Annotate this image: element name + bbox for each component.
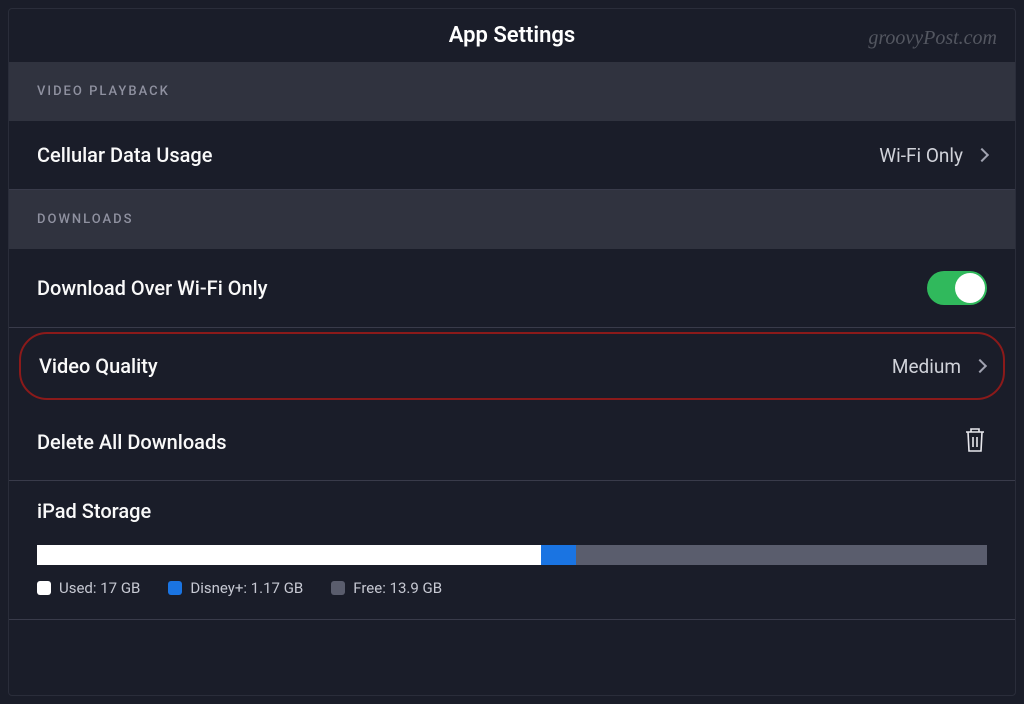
trash-icon [963, 426, 987, 458]
cellular-label: Cellular Data Usage [37, 143, 212, 167]
storage-bar-app [541, 545, 576, 565]
storage-title: iPad Storage [37, 499, 987, 523]
storage-bar-used [37, 545, 541, 565]
wifi-only-toggle[interactable] [927, 271, 987, 305]
cellular-data-usage-row[interactable]: Cellular Data Usage Wi-Fi Only [9, 121, 1015, 190]
legend-app: Disney+: 1.17 GB [168, 579, 303, 597]
page-title: App Settings [9, 23, 1015, 48]
legend-used: Used: 17 GB [37, 579, 140, 597]
storage-section: iPad Storage Used: 17 GB Disney+: 1.17 G… [9, 481, 1015, 620]
chevron-right-icon [975, 148, 989, 162]
swatch-used-icon [37, 581, 51, 595]
delete-all-downloads-row[interactable]: Delete All Downloads [9, 404, 1015, 481]
swatch-app-icon [168, 581, 182, 595]
legend-free: Free: 13.9 GB [331, 579, 442, 597]
legend-app-label: Disney+: 1.17 GB [190, 579, 303, 597]
section-downloads: DOWNLOADS [9, 190, 1015, 249]
storage-legend: Used: 17 GB Disney+: 1.17 GB Free: 13.9 … [37, 579, 987, 597]
legend-used-label: Used: 17 GB [59, 579, 140, 597]
delete-all-label: Delete All Downloads [37, 430, 227, 454]
header: App Settings groovyPost.com [9, 9, 1015, 62]
video-quality-row[interactable]: Video Quality Medium [19, 332, 1005, 400]
chevron-right-icon [973, 359, 987, 373]
video-quality-value: Medium [892, 355, 961, 378]
legend-free-label: Free: 13.9 GB [353, 579, 442, 597]
storage-bar-free [576, 545, 987, 565]
download-wifi-only-row[interactable]: Download Over Wi-Fi Only [9, 249, 1015, 328]
watermark: groovyPost.com [868, 27, 997, 50]
cellular-value: Wi-Fi Only [879, 144, 963, 167]
wifi-only-label: Download Over Wi-Fi Only [37, 276, 268, 300]
swatch-free-icon [331, 581, 345, 595]
video-quality-label: Video Quality [39, 354, 158, 378]
section-video-playback: VIDEO PLAYBACK [9, 62, 1015, 121]
toggle-knob [955, 273, 985, 303]
storage-bar [37, 545, 987, 565]
